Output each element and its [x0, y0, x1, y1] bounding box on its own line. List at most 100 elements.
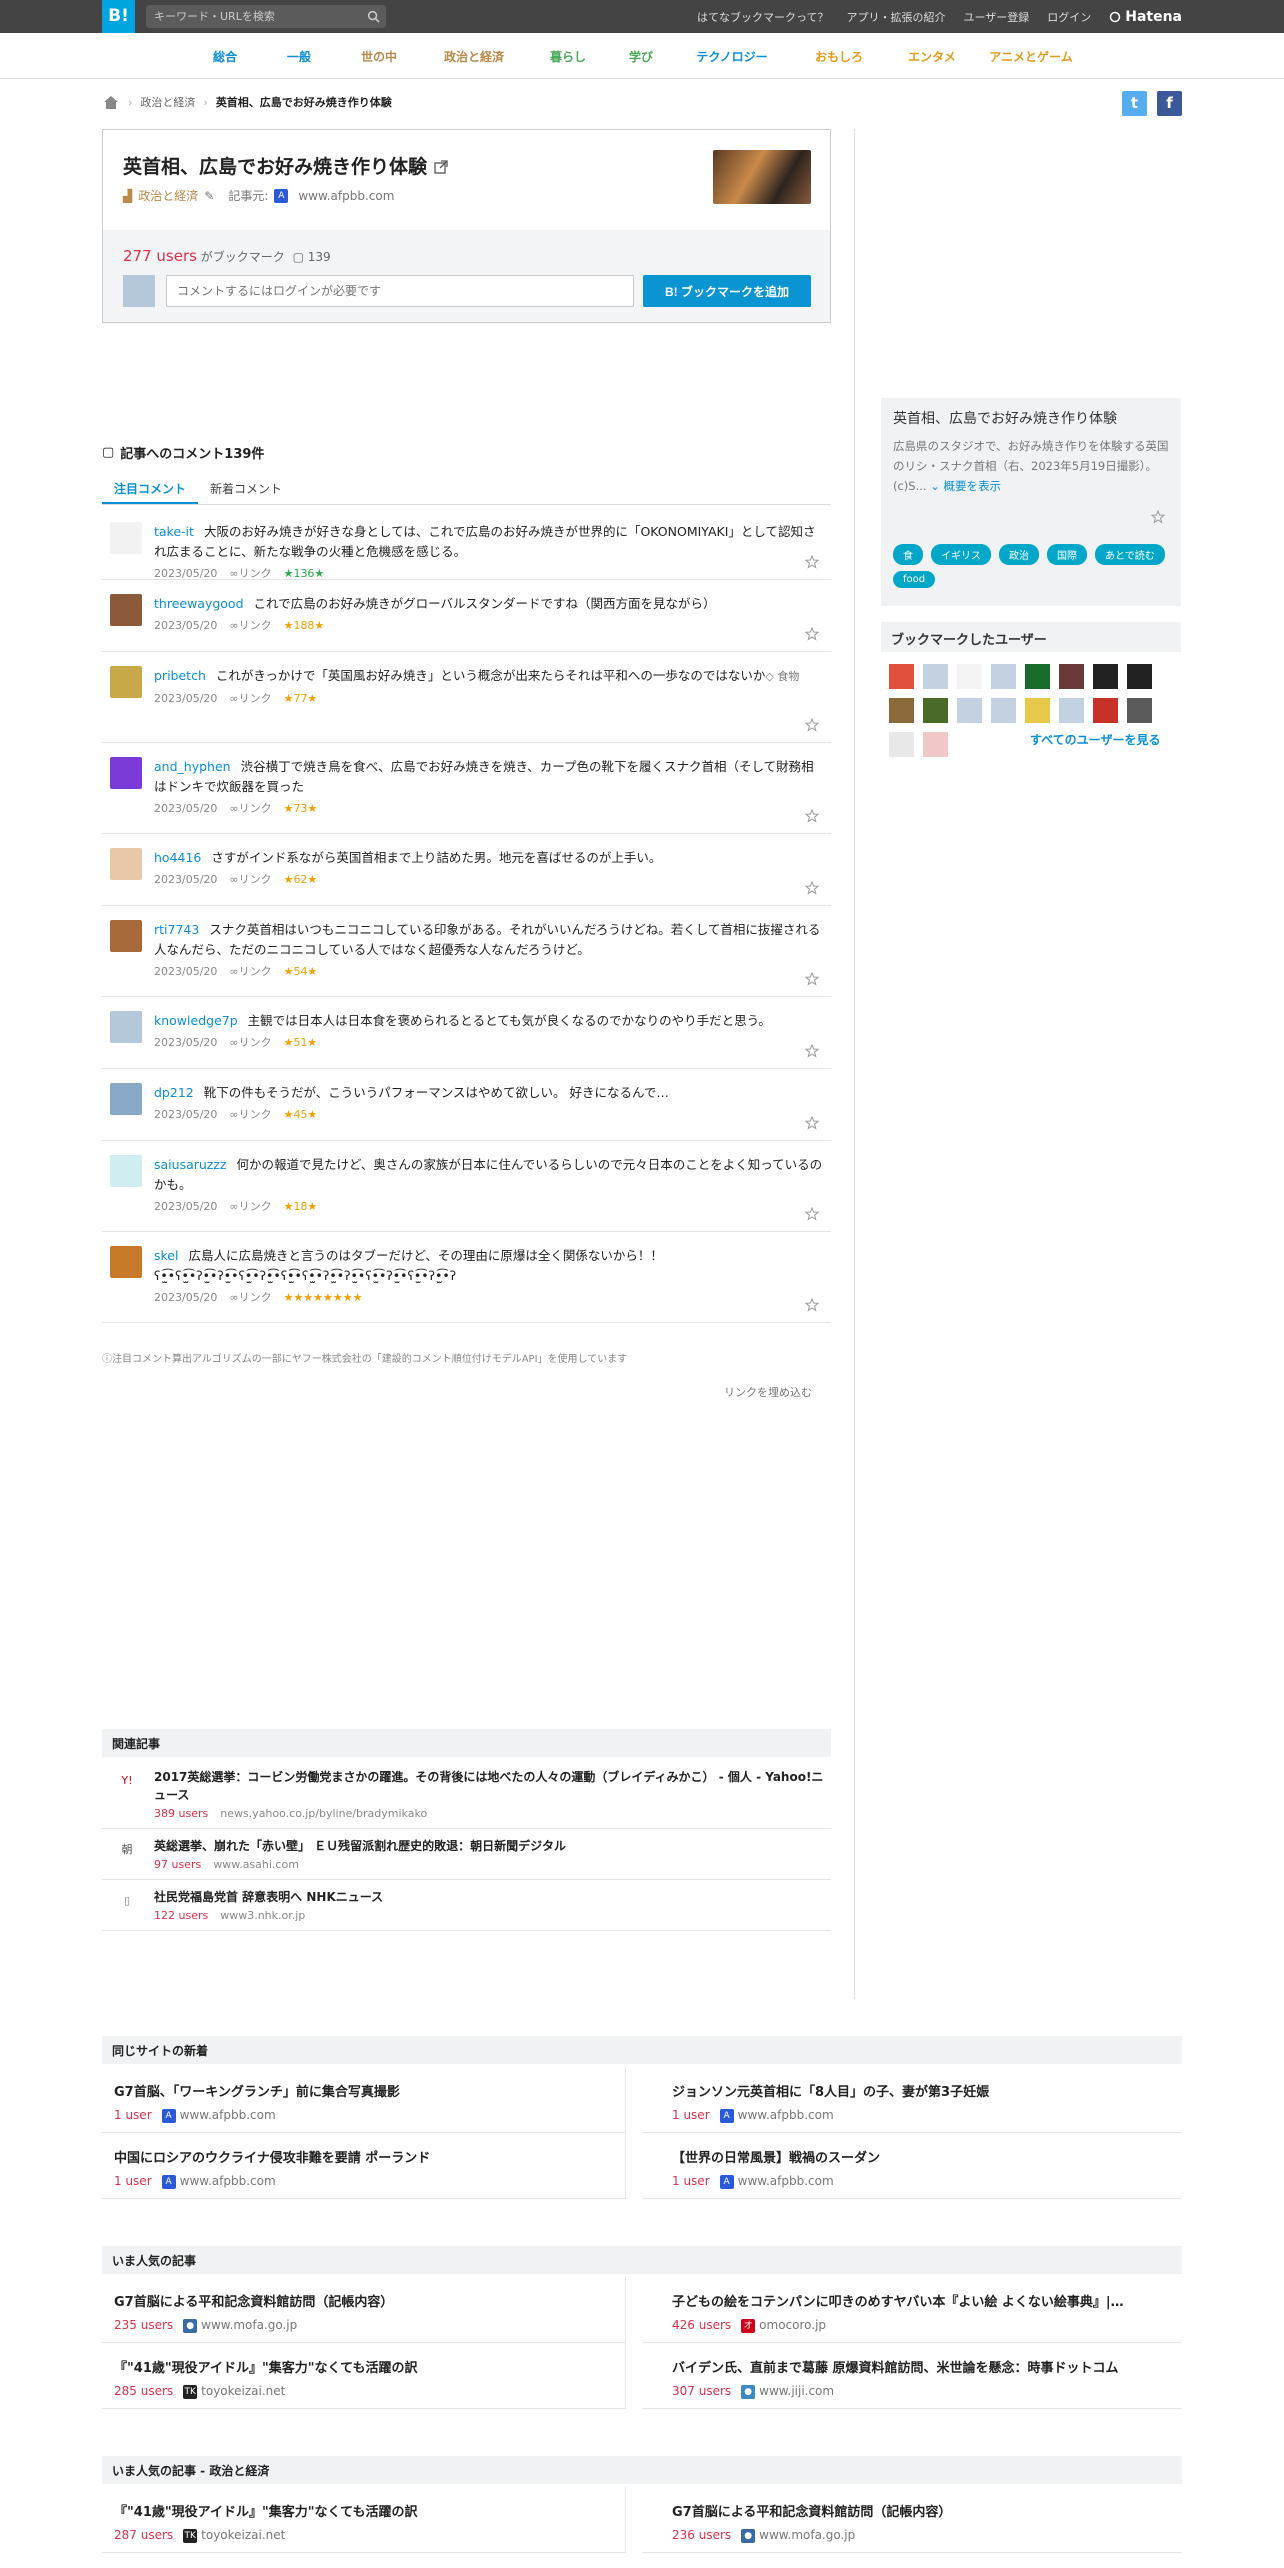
nav-login[interactable]: ログイン: [1047, 9, 1091, 25]
add-star-icon[interactable]: [805, 1298, 819, 1312]
article-title[interactable]: 中国にロシアのウクライナ侵攻非難を要請 ポーランド: [114, 2147, 613, 2166]
entry-title[interactable]: 英首相、広島でお好み焼き作り体験: [123, 152, 448, 179]
comment-stars[interactable]: ★18★: [284, 1197, 318, 1217]
user-avatar[interactable]: [1093, 698, 1118, 723]
comment-username[interactable]: skel: [154, 1248, 178, 1263]
comment-stars[interactable]: ★45★: [284, 1105, 318, 1125]
article-source-label[interactable]: www.afpbb.com: [180, 2174, 276, 2188]
comment-date[interactable]: 2023/05/20: [154, 616, 217, 636]
comment-date[interactable]: 2023/05/20: [154, 1033, 217, 1053]
user-avatar[interactable]: [957, 664, 982, 689]
tag-pill[interactable]: 政治: [999, 544, 1039, 565]
related-source[interactable]: www3.nhk.or.jp: [220, 1909, 305, 1922]
user-avatar[interactable]: [1059, 664, 1084, 689]
comment-stars[interactable]: ★73★: [284, 799, 318, 819]
comment-user-avatar[interactable]: [110, 666, 142, 698]
related-users[interactable]: 389 users: [154, 1807, 208, 1820]
search-input[interactable]: [154, 5, 354, 28]
article-source-label[interactable]: www.mofa.go.jp: [201, 2318, 297, 2332]
comment-link[interactable]: ∞リンク: [229, 1197, 271, 1217]
article-source-label[interactable]: www.afpbb.com: [738, 2108, 834, 2122]
category-tab[interactable]: 学び: [608, 48, 674, 65]
article-source[interactable]: ● www.jiji.com: [741, 2384, 834, 2399]
comment-username[interactable]: saiusaruzzz: [154, 1157, 227, 1172]
comment-user-avatar[interactable]: [110, 1246, 142, 1278]
article-source[interactable]: Awww.afpbb.com: [161, 2174, 276, 2189]
comment-date[interactable]: 2023/05/20: [154, 1197, 217, 1217]
comment-date[interactable]: 2023/05/20: [154, 689, 217, 709]
user-avatar[interactable]: [923, 698, 948, 723]
add-star-icon[interactable]: [805, 555, 819, 569]
comment-username[interactable]: threewaygood: [154, 596, 244, 611]
bookmark-users-link[interactable]: 277 users: [123, 247, 197, 265]
add-star-icon[interactable]: [805, 627, 819, 641]
comment-stars[interactable]: ★51★: [284, 1033, 318, 1053]
article-title[interactable]: 『"41歳"現役アイドル』"集客力"なくても活躍の訳: [114, 2501, 613, 2520]
comment-link-label[interactable]: リンク: [239, 1291, 272, 1304]
user-avatar[interactable]: [923, 732, 948, 757]
comment-tag[interactable]: ◇ 食物: [765, 670, 799, 683]
article-title[interactable]: バイデン氏、直前まで葛藤 原爆資料館訪問、米世論を懸念：時事ドットコム: [672, 2357, 1170, 2376]
comment-user-avatar[interactable]: [110, 920, 142, 952]
article-source-label[interactable]: www.afpbb.com: [738, 2174, 834, 2188]
article-source[interactable]: オ omocoro.jp: [741, 2318, 826, 2333]
article-source[interactable]: Awww.afpbb.com: [719, 2108, 834, 2123]
article-title[interactable]: G7首脳、「ワーキングランチ」前に集合写真撮影: [114, 2081, 613, 2100]
comment-username[interactable]: pribetch: [154, 668, 206, 683]
tab-new-comments[interactable]: 新着コメント: [198, 473, 294, 504]
article-users[interactable]: 287 users: [114, 2528, 173, 2542]
article-title[interactable]: 【世界の日常風景】戦禍のスーダン: [672, 2147, 1170, 2166]
article-users[interactable]: 1 user: [672, 2108, 710, 2122]
show-summary-label[interactable]: 概要を表示: [944, 479, 1002, 493]
search-icon[interactable]: [367, 10, 380, 23]
user-avatar[interactable]: [889, 664, 914, 689]
category-tab[interactable]: 総合: [190, 48, 260, 65]
article-source[interactable]: TK toyokeizai.net: [183, 2384, 285, 2399]
comment-link-label[interactable]: リンク: [239, 1108, 272, 1121]
add-star-icon[interactable]: [805, 1116, 819, 1130]
comment-username[interactable]: rti7743: [154, 922, 199, 937]
article-title[interactable]: 『"41歳"現役アイドル』"集客力"なくても活躍の訳: [114, 2357, 613, 2376]
article-title[interactable]: G7首脳による平和記念資料館訪問（記帳内容）: [114, 2291, 613, 2310]
comment-link-label[interactable]: リンク: [239, 1200, 272, 1213]
comment-user-avatar[interactable]: [110, 848, 142, 880]
user-avatar[interactable]: [1093, 664, 1118, 689]
twitter-share-icon[interactable]: t: [1122, 91, 1147, 116]
user-avatar[interactable]: [889, 732, 914, 757]
nav-apps[interactable]: アプリ・拡張の紹介: [846, 9, 945, 25]
embed-link[interactable]: リンクを埋め込む: [724, 1384, 812, 1400]
comment-link-label[interactable]: リンク: [239, 1036, 272, 1049]
comment-link[interactable]: ∞リンク: [229, 1105, 271, 1125]
comment-stars[interactable]: ★54★: [284, 962, 318, 982]
tag-pill[interactable]: 食: [893, 544, 923, 565]
article-source-label[interactable]: www.afpbb.com: [180, 2108, 276, 2122]
comment-link-label[interactable]: リンク: [239, 619, 272, 632]
home-icon[interactable]: [102, 94, 120, 110]
comment-link-label[interactable]: リンク: [239, 692, 272, 705]
category-tab[interactable]: アニメとゲーム: [976, 48, 1086, 65]
show-summary-link[interactable]: ⌄ 概要を表示: [930, 479, 1001, 493]
add-star-icon[interactable]: [805, 881, 819, 895]
article-source-label[interactable]: omocoro.jp: [759, 2318, 826, 2332]
comment-link[interactable]: ∞リンク: [229, 616, 271, 636]
category-tab[interactable]: エンタメ: [888, 48, 976, 65]
add-star-icon[interactable]: [1151, 510, 1165, 524]
comment-username[interactable]: and_hyphen: [154, 759, 231, 774]
category-tab[interactable]: テクノロジー: [674, 48, 790, 65]
comment-date[interactable]: 2023/05/20: [154, 870, 217, 890]
comment-link-label[interactable]: リンク: [239, 965, 272, 978]
breadcrumb-category[interactable]: 政治と経済: [140, 94, 195, 110]
comment-date[interactable]: 2023/05/20: [154, 799, 217, 819]
comment-stars[interactable]: ★77★: [284, 689, 318, 709]
comment-link[interactable]: ∞リンク: [229, 1288, 271, 1308]
tag-pill[interactable]: イギリス: [931, 544, 991, 565]
entry-title-text[interactable]: 英首相、広島でお好み焼き作り体験: [123, 156, 427, 178]
comment-date[interactable]: 2023/05/20: [154, 962, 217, 982]
nav-about[interactable]: はてなブックマークって？: [697, 9, 828, 25]
article-source[interactable]: Awww.afpbb.com: [719, 2174, 834, 2189]
comment-link[interactable]: ∞リンク: [229, 799, 271, 819]
external-link-icon[interactable]: [433, 160, 448, 174]
related-title[interactable]: 2017英総選挙：コービン労働党まさかの躍進。その背後には地べたの人々の運動（ブ…: [154, 1768, 831, 1804]
comment-user-avatar[interactable]: [110, 757, 142, 789]
article-source-label[interactable]: www.jiji.com: [759, 2384, 834, 2398]
